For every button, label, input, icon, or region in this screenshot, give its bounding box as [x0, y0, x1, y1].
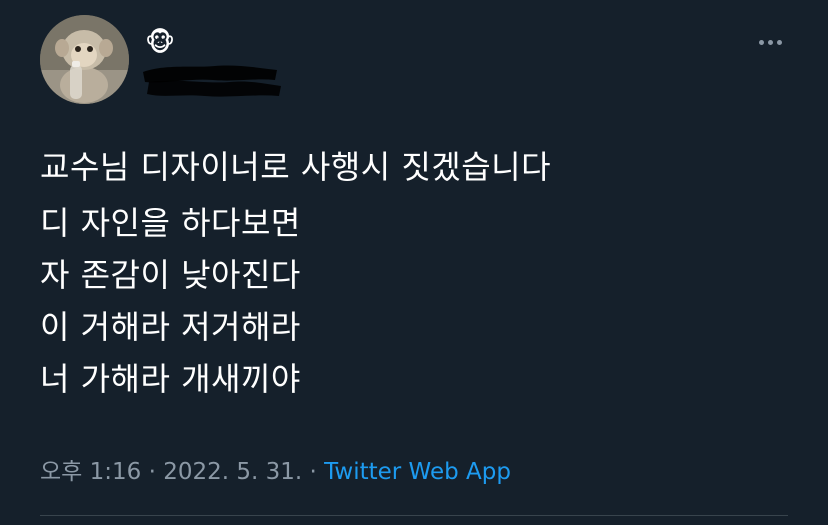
meta-separator: · [141, 459, 164, 485]
more-options-button[interactable] [752, 32, 788, 52]
tweet-source-link[interactable]: Twitter Web App [324, 459, 511, 485]
tweet-text-line: 교수님 디자이너로 사행시 짓겠습니다 [40, 148, 552, 186]
tweet-text-line: 디 자인을 하다보면 [40, 204, 301, 242]
more-horizontal-icon-dot [767, 39, 773, 45]
tweet-text: 교수님 디자이너로 사행시 짓겠습니다 디 자인을 하다보면 자 존감이 낮아진… [40, 141, 780, 405]
display-name[interactable]: 🐵 [145, 28, 175, 58]
monkey-avatar-image [40, 15, 129, 104]
more-horizontal-icon-dot [776, 39, 782, 45]
avatar[interactable] [40, 15, 129, 104]
tweet-date[interactable]: 2022. 5. 31. [163, 459, 302, 485]
redacted-username [143, 65, 281, 97]
divider [40, 515, 788, 516]
tweet-text-line: 자 존감이 낮아진다 [40, 256, 301, 294]
tweet-time[interactable]: 오후 1:16 [40, 459, 141, 485]
tweet-text-line: 너 가해라 개새끼야 [40, 360, 301, 398]
more-horizontal-icon [758, 39, 764, 45]
meta-separator: · [302, 459, 325, 485]
tweet-text-line: 이 거해라 저거해라 [40, 308, 301, 346]
tweet-metadata: 오후 1:16 · 2022. 5. 31. · Twitter Web App [40, 455, 511, 489]
